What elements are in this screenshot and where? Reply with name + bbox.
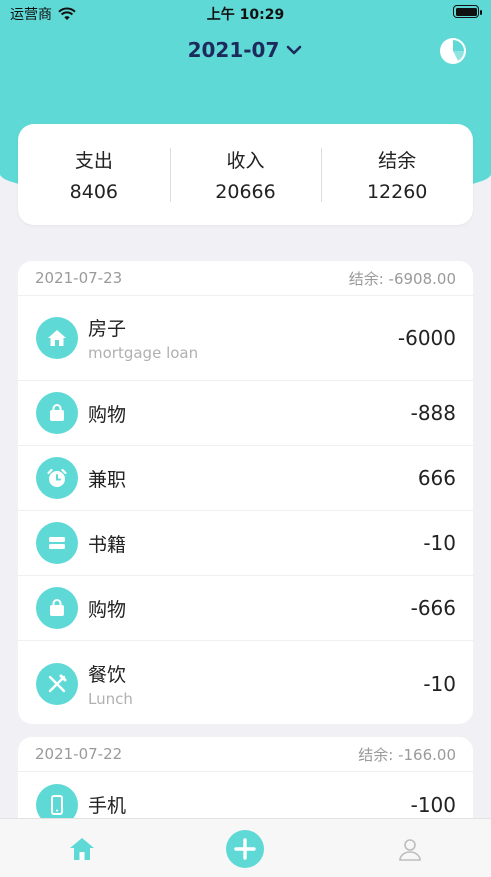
add-record-icon <box>226 829 264 868</box>
record-note: Lunch <box>88 689 133 708</box>
record-text: 购物 <box>88 400 411 427</box>
month-label: 2021-07 <box>187 38 280 62</box>
house-icon <box>36 317 78 359</box>
record-row[interactable]: 购物 -888 <box>18 381 473 446</box>
shopping-bag-icon <box>36 587 78 629</box>
tab-home[interactable] <box>62 819 102 877</box>
shopping-bag-icon <box>36 392 78 434</box>
user-icon <box>399 838 421 861</box>
status-bar: 运营商 上午 10:29 <box>0 0 491 26</box>
expense-label: 支出 <box>74 150 113 172</box>
record-category: 书籍 <box>88 533 127 556</box>
balance-label: 结余 <box>378 150 417 172</box>
day-balance: 结余: -166.00 <box>358 745 456 764</box>
tab-add[interactable] <box>225 819 265 877</box>
day-balance: 结余: -6908.00 <box>348 269 456 288</box>
summary-card: 支出 8406 收入 20666 结余 12260 <box>18 124 473 225</box>
day-header: 2021-07-23 结余: -6908.00 <box>18 261 473 296</box>
home-icon <box>70 837 94 860</box>
record-row[interactable]: 购物 -666 <box>18 576 473 641</box>
record-amount: -666 <box>410 596 456 620</box>
record-note: mortgage loan <box>88 344 199 362</box>
summary-expense: 支出 8406 <box>18 146 170 203</box>
record-text: 书籍 <box>88 530 423 557</box>
record-category: 餐饮 <box>88 663 127 686</box>
book-icon <box>36 522 78 564</box>
record-row[interactable]: 房子 mortgage loan -6000 <box>18 296 473 381</box>
status-time: 上午 10:29 <box>206 7 285 23</box>
summary-balance: 结余 12260 <box>321 146 473 203</box>
month-picker[interactable]: 2021-07 <box>0 38 491 62</box>
summary-income: 收入 20666 <box>169 146 322 203</box>
income-label: 收入 <box>226 150 265 172</box>
record-text: 餐饮 Lunch <box>88 660 423 708</box>
day-header: 2021-07-22 结余: -166.00 <box>18 737 473 772</box>
day-date: 2021-07-23 <box>35 269 123 287</box>
income-value: 20666 <box>215 181 276 203</box>
record-row[interactable]: 兼职 666 <box>18 446 473 511</box>
record-category: 房子 <box>88 318 127 340</box>
battery-icon <box>453 5 482 18</box>
day-date: 2021-07-22 <box>35 745 123 763</box>
tab-bar <box>0 818 491 877</box>
record-text: 购物 <box>88 595 411 622</box>
record-category: 手机 <box>88 795 127 817</box>
record-category: 兼职 <box>88 468 127 491</box>
tab-profile[interactable] <box>390 819 430 877</box>
pie-chart-icon[interactable] <box>439 37 467 65</box>
record-amount: -10 <box>423 671 456 696</box>
record-text: 兼职 <box>88 465 418 492</box>
record-text: 房子 mortgage loan <box>88 314 398 362</box>
record-amount: -100 <box>410 792 456 817</box>
battery-level <box>455 7 477 16</box>
record-category: 购物 <box>88 403 127 426</box>
alarm-clock-icon <box>36 457 78 499</box>
balance-value: 12260 <box>366 181 428 203</box>
record-category: 购物 <box>88 598 127 621</box>
record-amount: 666 <box>417 466 456 490</box>
fork-knife-icon <box>36 662 78 705</box>
day-card: 2021-07-23 结余: -6908.00 房子 mortgage loan… <box>18 261 473 724</box>
record-text: 手机 <box>88 791 411 818</box>
record-row[interactable]: 餐饮 Lunch -10 <box>18 641 473 724</box>
record-amount: -888 <box>410 401 456 425</box>
chevron-down-icon <box>287 45 302 55</box>
record-amount: -6000 <box>397 326 456 350</box>
record-amount: -10 <box>423 531 456 555</box>
record-row[interactable]: 书籍 -10 <box>18 511 473 576</box>
status-right <box>453 5 482 18</box>
expense-value: 8406 <box>69 181 119 203</box>
